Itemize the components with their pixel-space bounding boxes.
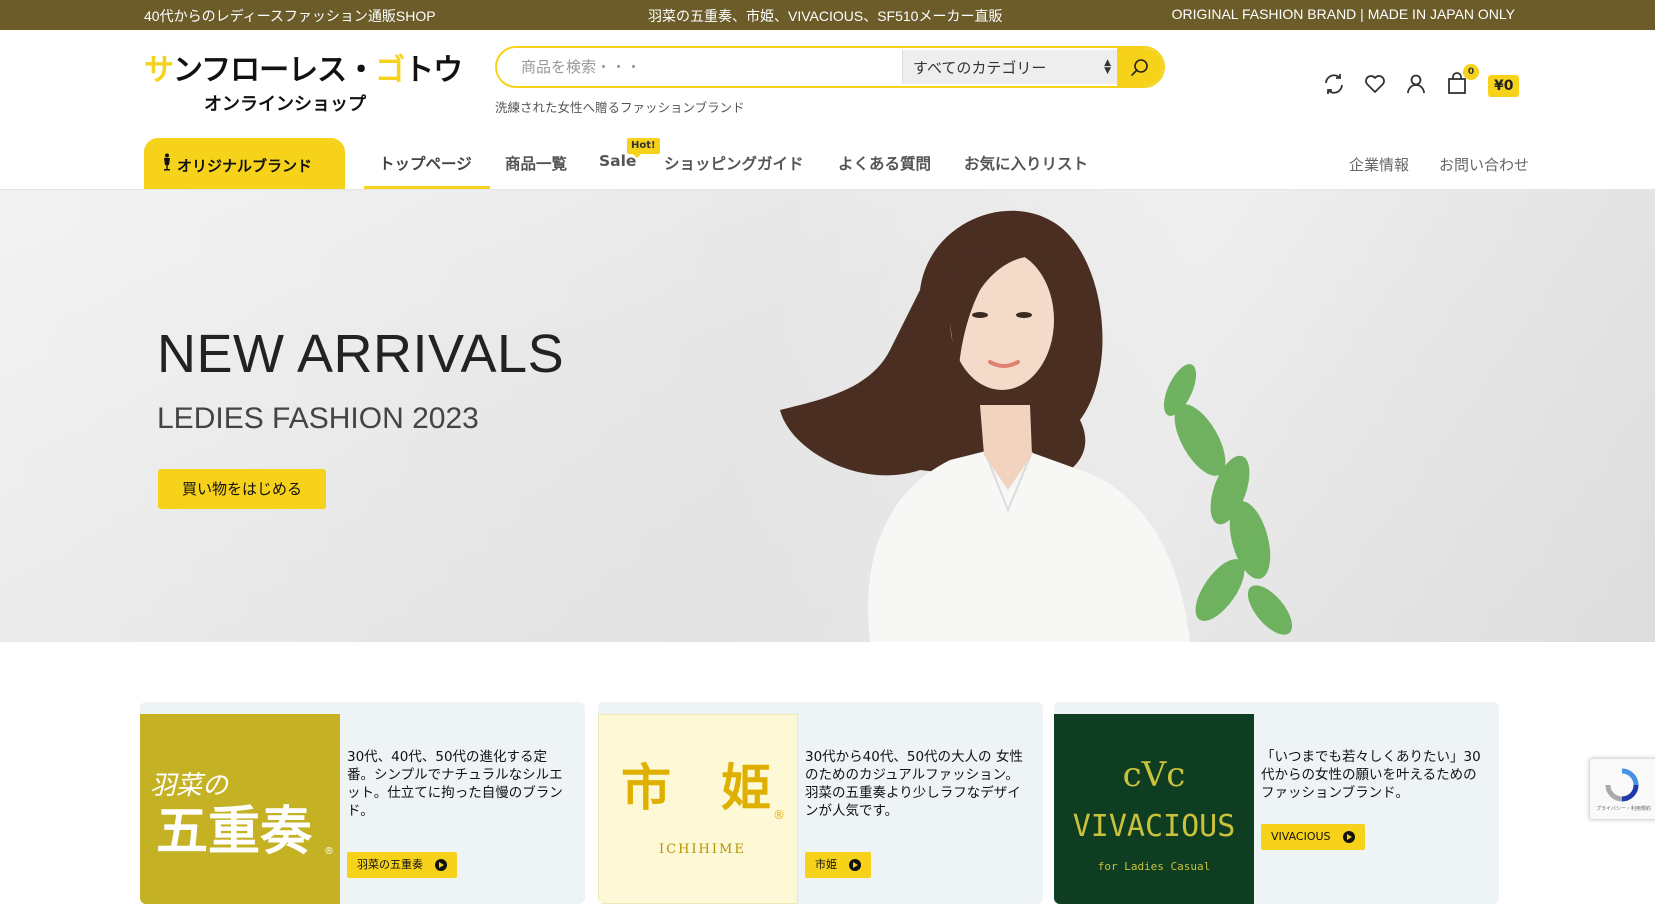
brand-card-vivacious: cVc VIVACIOUS for Ladies Casual 「いつまでも若々…	[1054, 702, 1499, 904]
site-tagline: 洗練された女性へ贈るファッションブランド	[495, 100, 745, 115]
arrow-right-icon	[435, 859, 447, 871]
topbar-left-text: 40代からのレディースファッション通販SHOP	[144, 8, 436, 24]
category-selected-label: すべてのカテゴリー	[913, 59, 1047, 77]
recaptcha-icon	[1605, 768, 1639, 802]
cart-total[interactable]: ¥0	[1488, 75, 1520, 97]
category-select[interactable]: すべてのカテゴリー ▲ ▼	[902, 50, 1117, 84]
gojuso-logo[interactable]: 羽菜の 五重奏 ®	[140, 714, 340, 904]
brand-card-ichihime: 市 姫 ® ICHIHIME 30代から40代、50代の大人の 女性のためのカジ…	[598, 702, 1043, 904]
search-bar: すべてのカテゴリー ▲▼	[495, 46, 1165, 88]
vivacious-monogram: cVc	[1123, 755, 1186, 795]
site-logo[interactable]: サンフローレス・ゴトウ オンラインショップ	[144, 53, 463, 116]
search-button[interactable]	[1117, 48, 1163, 86]
topbar-center-text: 羽菜の五重奏、市姫、VIVACIOUS、SF510メーカー直販	[648, 8, 1003, 24]
hero-title: NEW ARRIVALS	[157, 324, 565, 384]
gojuso-description: 30代、40代、50代の進化する定番。シンプルでナチュラルなシルエット。仕立てに…	[347, 749, 563, 819]
gojuso-logo-small: 羽菜の	[150, 771, 230, 801]
brand-card-gojuso: 羽菜の 五重奏 ® 30代、40代、50代の進化する定番。シンプルでナチュラルな…	[140, 702, 585, 904]
hot-badge: Hot!	[627, 138, 660, 158]
vivacious-wordmark: VIVACIOUS	[1073, 809, 1236, 844]
ichihime-logo-art: 市 姫 ® ICHIHIME	[621, 758, 785, 857]
recaptcha-badge[interactable]: プライバシー・利用規約	[1589, 758, 1655, 820]
heart-icon[interactable]	[1363, 72, 1387, 96]
select-arrows-icon: ▲ ▼	[1104, 58, 1111, 76]
nav-item-faq[interactable]: よくある質問	[838, 152, 931, 174]
hero-subtitle: LEDIES FASHION 2023	[157, 402, 479, 435]
gojuso-button[interactable]: 羽菜の五重奏	[347, 852, 457, 878]
logo-subtitle: オンラインショップ	[204, 94, 366, 115]
nav-item-top[interactable]: トップページ	[379, 152, 472, 174]
ichihime-logo-kanji: 市 姫	[621, 758, 771, 817]
ichihime-logo-latin: ICHIHIME	[659, 842, 746, 857]
vivacious-logo-art: cVc VIVACIOUS for Ladies Casual	[1073, 755, 1236, 873]
top-bar: 40代からのレディースファッション通販SHOP 羽菜の五重奏、市姫、VIVACI…	[0, 0, 1655, 30]
nav-item-products[interactable]: 商品一覧	[505, 152, 567, 174]
logo-title: サンフローレス・ゴトウ	[144, 53, 463, 88]
nav-item-shopping-guide[interactable]: ショッピングガイド	[664, 152, 804, 174]
recaptcha-links[interactable]: プライバシー・利用規約	[1596, 805, 1651, 812]
search-icon	[1131, 59, 1148, 76]
model-photo	[780, 210, 1293, 642]
refresh-icon[interactable]	[1322, 72, 1346, 96]
mannequin-icon	[162, 153, 172, 175]
ichihime-button[interactable]: 市姫	[805, 852, 871, 878]
topbar-right-text: ORIGINAL FASHION BRAND | MADE IN JAPAN O…	[1171, 6, 1515, 22]
vivacious-tagline: for Ladies Casual	[1098, 860, 1211, 873]
gojuso-button-label: 羽菜の五重奏	[357, 858, 423, 871]
start-shopping-button[interactable]: 買い物をはじめる	[158, 469, 326, 509]
user-icon[interactable]	[1404, 72, 1428, 96]
cart-count-badge: 0	[1463, 64, 1479, 80]
ichihime-button-label: 市姫	[815, 858, 837, 871]
vivacious-description: 「いつまでも若々しくありたい」30代からの女性の願いを叶えるためのファッションブ…	[1261, 749, 1481, 801]
nav-item-sale[interactable]: Sale	[599, 152, 636, 170]
arrow-right-icon	[1342, 831, 1355, 843]
brand-tab-label: オリジナルブランド	[177, 157, 313, 175]
gojuso-logo-art: 羽菜の 五重奏 ®	[150, 771, 334, 862]
svg-text:®: ®	[324, 846, 334, 857]
nav-item-contact[interactable]: お問い合わせ	[1439, 154, 1529, 175]
gojuso-logo-large: 五重奏	[156, 801, 313, 862]
vivacious-button-label: VIVACIOUS	[1271, 830, 1331, 843]
svg-text:®: ®	[773, 808, 785, 822]
ichihime-logo[interactable]: 市 姫 ® ICHIHIME	[598, 714, 798, 904]
original-brand-tab[interactable]: オリジナルブランド	[144, 138, 345, 190]
arrow-right-icon	[849, 859, 861, 871]
search-input[interactable]	[497, 48, 902, 86]
vivacious-logo[interactable]: cVc VIVACIOUS for Ladies Casual	[1054, 714, 1254, 904]
nav-item-company[interactable]: 企業情報	[1349, 154, 1409, 175]
ichihime-description: 30代から40代、50代の大人の 女性のためのカジュアルファッション。羽菜の五重…	[805, 749, 1023, 819]
vivacious-button[interactable]: VIVACIOUS	[1261, 824, 1365, 850]
hero-banner: NEW ARRIVALS LEDIES FASHION 2023 買い物をはじめ…	[0, 190, 1655, 642]
nav-item-favorites[interactable]: お気に入りリスト	[964, 152, 1088, 174]
